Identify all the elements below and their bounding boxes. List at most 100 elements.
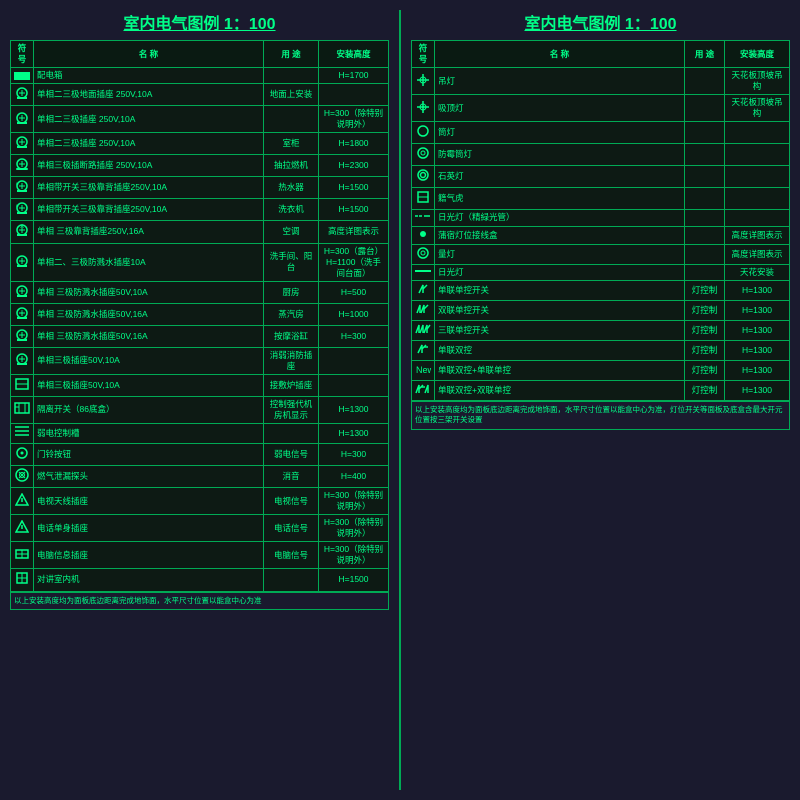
left-usage-cell: 空调 (264, 221, 319, 243)
right-name-cell: 单联双控+单联单控 (435, 360, 685, 380)
left-symbol-cell (11, 569, 34, 591)
left-name-cell: 单相三极插座50V,10A (34, 347, 264, 374)
left-height-cell: H=300（除特别说明外） (319, 488, 389, 515)
left-name-cell: 弱电控制槽 (34, 424, 264, 444)
left-usage-cell (264, 68, 319, 84)
right-symbol-cell: New (412, 360, 435, 380)
left-height-cell: H=1300 (319, 396, 389, 423)
left-usage-cell: 按摩浴缸 (264, 325, 319, 347)
svg-text:K: K (16, 181, 19, 186)
panel-divider (399, 10, 401, 790)
left-symbol-cell (11, 424, 34, 444)
left-name-cell: 门铃按钮 (34, 444, 264, 466)
right-symbol-cell (412, 300, 435, 320)
left-height-cell: H=500 (319, 281, 389, 303)
right-table: 符 号 名 称 用 途 安装高度 吊灯天花板顶坡吊构吸顶灯天花板顶坡吊构筒灯防霉… (411, 40, 790, 401)
right-usage-cell (685, 210, 725, 226)
left-name-cell: 单相二、三极防溅水插座10A (34, 243, 264, 281)
right-height-cell: 天花安装 (725, 264, 790, 280)
right-name-cell: 双联单控开关 (435, 300, 685, 320)
left-name-cell: 单相 三极防溅水插座50V,10A (34, 281, 264, 303)
right-height-cell: 高度详图表示 (725, 226, 790, 244)
right-name-cell: 量灯 (435, 244, 685, 264)
right-table-row: 量灯 高度详图表示 (412, 244, 790, 264)
right-symbol-cell (412, 340, 435, 360)
left-header-1: 名 称 (34, 41, 264, 68)
left-height-cell (319, 374, 389, 396)
left-usage-cell (264, 106, 319, 133)
right-table-row: 双联单控开关灯控制H=1300 (412, 300, 790, 320)
left-symbol-cell (11, 133, 34, 155)
left-usage-cell: 电话信号 (264, 515, 319, 542)
right-symbol-cell (412, 264, 435, 280)
left-table-row: 配电箱H=1700 (11, 68, 389, 84)
left-height-cell: H=400 (319, 466, 389, 488)
left-height-cell: H=1500 (319, 569, 389, 591)
right-name-cell: 蒲宿灯位接线盒 (435, 226, 685, 244)
right-symbol-cell (412, 244, 435, 264)
left-height-cell: H=300（除特别说明外） (319, 542, 389, 569)
left-symbol-cell: A (11, 221, 34, 243)
left-symbol-cell (11, 542, 34, 569)
left-symbol-cell (11, 155, 34, 177)
left-height-cell: 高度详图表示 (319, 221, 389, 243)
left-header-2: 用 途 (264, 41, 319, 68)
left-usage-cell: 室柜 (264, 133, 319, 155)
right-usage-cell (685, 68, 725, 95)
right-symbol-cell (412, 68, 435, 95)
right-table-row: 籍气虎 (412, 188, 790, 210)
left-name-cell: 隔离开关（86底盒） (34, 396, 264, 423)
left-name-cell: 对讲室内机 (34, 569, 264, 591)
left-table-row: 单相二三极插座 250V,10A室柜H=1800 (11, 133, 389, 155)
right-name-cell: 石英灯 (435, 166, 685, 188)
left-height-cell: H=1800 (319, 133, 389, 155)
left-panel-title: 室内电气图例 1：100 (10, 10, 389, 34)
left-height-cell: H=300 (319, 444, 389, 466)
right-symbol-cell (412, 210, 435, 226)
left-table-row: 门铃按钮弱电信号H=300 (11, 444, 389, 466)
left-symbol-cell (11, 466, 34, 488)
left-table-row: 电脑信息插座电脑信号H=300（除特别说明外） (11, 542, 389, 569)
right-height-cell (725, 122, 790, 144)
left-symbol-cell (11, 84, 34, 106)
right-height-cell: 高度详图表示 (725, 244, 790, 264)
left-panel: 室内电气图例 1：100 符 号 名 称 用 途 安装高度 配电箱H=1700单… (10, 10, 389, 790)
left-table-row: 单相 三极防溅水插座50V,10A厨房H=500 (11, 281, 389, 303)
left-symbol-cell (11, 347, 34, 374)
left-table-row: 单相二三极地面插座 250V,10A地面上安装 (11, 84, 389, 106)
left-usage-cell: 热水器 (264, 177, 319, 199)
left-name-cell: 配电箱 (34, 68, 264, 84)
right-name-cell: 籍气虎 (435, 188, 685, 210)
right-height-cell: H=1300 (725, 280, 790, 300)
svg-text:S: S (21, 308, 24, 313)
right-usage-cell: 灯控制 (685, 320, 725, 340)
right-table-row: 石英灯 (412, 166, 790, 188)
left-symbol-cell (11, 444, 34, 466)
right-name-cell: 日光灯（精緑光管） (435, 210, 685, 226)
left-height-cell: H=300（除特别说明外） (319, 106, 389, 133)
left-usage-cell: 弱电信号 (264, 444, 319, 466)
right-symbol-cell (412, 226, 435, 244)
right-height-cell: H=1300 (725, 340, 790, 360)
left-symbol-cell: K (11, 177, 34, 199)
left-table-row: ~单相二、三极防溅水插座10A洗手间、阳台H=300（露台）H=1100（洗手间… (11, 243, 389, 281)
right-table-row: 防霉筒灯 (412, 144, 790, 166)
left-usage-cell: 洗衣机 (264, 199, 319, 221)
right-header-1: 名 称 (435, 41, 685, 68)
left-height-cell: H=300 (319, 325, 389, 347)
left-name-cell: 单相 三极靠背插座250V,16A (34, 221, 264, 243)
left-usage-cell: 电脑信号 (264, 542, 319, 569)
right-table-row: 三联单控开关灯控制H=1300 (412, 320, 790, 340)
right-height-cell: H=1300 (725, 300, 790, 320)
left-usage-cell (264, 569, 319, 591)
left-symbol-cell (11, 515, 34, 542)
right-usage-cell (685, 166, 725, 188)
right-footer: 以上安装高度均为面板底边距离完成地饰面，水平尺寸位置以能盒中心为准，灯位开关等面… (411, 401, 790, 430)
left-table-row: 单相三极插座50V,10A接敷炉插座 (11, 374, 389, 396)
right-name-cell: 单联双控+双联单控 (435, 380, 685, 400)
svg-text:K: K (16, 203, 19, 208)
right-name-cell: 吸顶灯 (435, 95, 685, 122)
left-height-cell (319, 84, 389, 106)
right-symbol-cell (412, 95, 435, 122)
right-name-cell: 吊灯 (435, 68, 685, 95)
